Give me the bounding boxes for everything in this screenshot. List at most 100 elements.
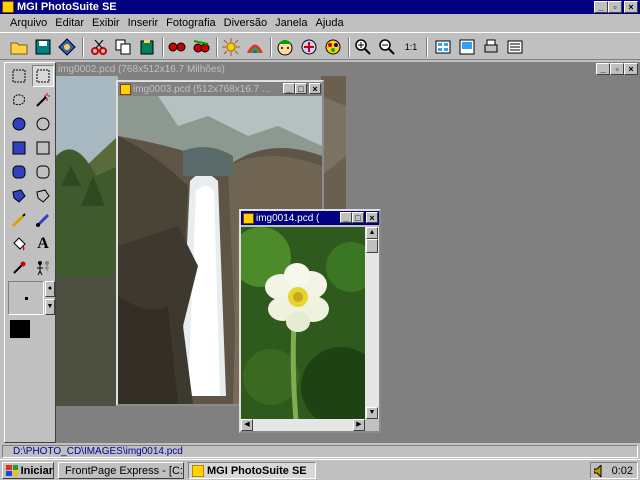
brush-size-preview[interactable] xyxy=(8,281,44,315)
menu-editar[interactable]: Editar xyxy=(51,17,88,29)
acquire-icon[interactable] xyxy=(56,36,78,58)
text-icon[interactable]: A xyxy=(32,233,54,255)
rect-fill-icon[interactable] xyxy=(8,137,30,159)
document-icon xyxy=(120,83,131,95)
toolbar: 1:1 xyxy=(0,32,640,60)
scroll-thumb[interactable] xyxy=(366,239,378,253)
print-icon[interactable] xyxy=(480,36,502,58)
system-tray: 0:02 xyxy=(590,462,638,479)
flower-photo xyxy=(241,227,365,421)
brush-size-up-icon[interactable]: ● xyxy=(45,281,55,297)
status-path: D:\PHOTO_CD\IMAGES\img0014.pcd xyxy=(2,445,638,458)
rect-select-active-icon[interactable] xyxy=(32,65,54,87)
max-doc-title-bar[interactable]: img0002.pcd (768x512x16.7 Milhões) _ ▫ × xyxy=(56,62,640,76)
volume-icon[interactable] xyxy=(593,464,604,477)
app-title: MGI PhotoSuite SE xyxy=(17,1,117,13)
doc-close-button[interactable]: × xyxy=(624,63,638,75)
document-icon xyxy=(243,212,254,224)
polygon-icon[interactable] xyxy=(32,185,54,207)
fill-bucket-icon[interactable] xyxy=(8,233,30,255)
start-button[interactable]: Iniciar xyxy=(2,462,54,479)
effects-icon[interactable] xyxy=(298,36,320,58)
minimize-button[interactable]: _ xyxy=(594,1,608,13)
menu-exibir[interactable]: Exibir xyxy=(88,17,124,29)
max-doc-title: img0002.pcd (768x512x16.7 Milhões) xyxy=(58,63,225,75)
waterfall-maximize-button[interactable]: □ xyxy=(295,83,307,94)
menu-bar: Arquivo Editar Exibir Inserir Fotografia… xyxy=(0,14,640,31)
flower-title: img0014.pcd ( xyxy=(256,212,320,224)
funhouse-icon[interactable] xyxy=(274,36,296,58)
flower-maximize-button[interactable]: □ xyxy=(352,212,364,223)
flower-minimize-button[interactable]: _ xyxy=(340,212,352,223)
brush-size-down-icon[interactable]: ▼ xyxy=(45,299,55,315)
flower-title-bar[interactable]: img0014.pcd ( _ □ × xyxy=(241,211,379,225)
photosuite-icon xyxy=(192,464,204,477)
menu-inserir[interactable]: Inserir xyxy=(124,17,163,29)
task-frontpage[interactable]: FrontPage Express - [C:\M... xyxy=(58,462,184,479)
zoom-out-icon[interactable] xyxy=(376,36,398,58)
foreground-color-swatch[interactable] xyxy=(10,320,30,338)
doc-minimize-button[interactable]: _ xyxy=(596,63,610,75)
lasso-icon[interactable] xyxy=(8,89,30,111)
scroll-down-button[interactable]: ▼ xyxy=(366,407,378,419)
menu-arquivo[interactable]: Arquivo xyxy=(6,17,51,29)
magic-wand-icon[interactable] xyxy=(32,89,54,111)
waterfall-title-bar[interactable]: img0003.pcd (512x768x16.7 ... _ □ × xyxy=(118,82,322,96)
web-icon[interactable] xyxy=(504,36,526,58)
scroll-left-button[interactable]: ◀ xyxy=(241,419,253,431)
slideshow-icon[interactable] xyxy=(456,36,478,58)
clone-icon[interactable] xyxy=(32,257,54,279)
app-icon[interactable] xyxy=(2,1,14,13)
red-eye-fix-icon[interactable] xyxy=(190,36,212,58)
tool-palette: A ● ▼ xyxy=(4,62,56,443)
scroll-right-button[interactable]: ▶ xyxy=(353,419,365,431)
copy-icon[interactable] xyxy=(112,36,134,58)
color-icon[interactable] xyxy=(244,36,266,58)
rounded-rect-fill-icon[interactable] xyxy=(8,161,30,183)
restore-button[interactable]: ▫ xyxy=(608,1,622,13)
eyedropper-icon[interactable] xyxy=(8,257,30,279)
menu-diversao[interactable]: Diversão xyxy=(220,17,271,29)
rect-icon[interactable] xyxy=(32,137,54,159)
brush-icon[interactable] xyxy=(32,209,54,231)
open-icon[interactable] xyxy=(8,36,30,58)
windows-logo-icon xyxy=(6,464,18,476)
status-bar: D:\PHOTO_CD\IMAGES\img0014.pcd xyxy=(0,444,640,459)
flower-horizontal-scrollbar[interactable]: ◀ ▶ xyxy=(241,419,365,431)
taskbar: Iniciar FrontPage Express - [C:\M... MGI… xyxy=(0,459,640,480)
scroll-up-button[interactable]: ▲ xyxy=(366,227,378,239)
close-button[interactable]: × xyxy=(624,1,638,13)
waterfall-title: img0003.pcd (512x768x16.7 ... xyxy=(133,83,271,95)
start-label: Iniciar xyxy=(20,464,53,477)
pencil-icon[interactable] xyxy=(8,209,30,231)
brightness-icon[interactable] xyxy=(220,36,242,58)
cut-icon[interactable] xyxy=(88,36,110,58)
zoom-level-icon[interactable]: 1:1 xyxy=(400,36,422,58)
clock[interactable]: 0:02 xyxy=(612,465,633,477)
flower-vertical-scrollbar[interactable]: ▲ ▼ xyxy=(365,227,379,419)
menu-fotografia[interactable]: Fotografia xyxy=(162,17,220,29)
menu-janela[interactable]: Janela xyxy=(271,17,311,29)
app-title-bar[interactable]: MGI PhotoSuite SE _ ▫ × xyxy=(0,0,640,14)
zoom-in-icon[interactable] xyxy=(352,36,374,58)
red-eye-icon[interactable] xyxy=(166,36,188,58)
waterfall-minimize-button[interactable]: _ xyxy=(283,83,295,94)
task-photosuite[interactable]: MGI PhotoSuite SE xyxy=(188,462,316,479)
rect-select-icon[interactable] xyxy=(8,65,30,87)
menu-ajuda[interactable]: Ajuda xyxy=(311,17,347,29)
polygon-fill-icon[interactable] xyxy=(8,185,30,207)
zoom-level-label: 1:1 xyxy=(404,42,418,52)
rounded-rect-icon[interactable] xyxy=(32,161,54,183)
task-photosuite-label: MGI PhotoSuite SE xyxy=(207,464,307,477)
flower-window[interactable]: img0014.pcd ( _ □ × ▲ ▼ ◀ ▶ xyxy=(239,209,381,433)
paste-icon[interactable] xyxy=(136,36,158,58)
flower-close-button[interactable]: × xyxy=(366,212,378,223)
doc-restore-button[interactable]: ▫ xyxy=(610,63,624,75)
task-frontpage-label: FrontPage Express - [C:\M... xyxy=(65,464,183,477)
save-icon[interactable] xyxy=(32,36,54,58)
waterfall-close-button[interactable]: × xyxy=(309,83,321,94)
ellipse-fill-icon[interactable] xyxy=(8,113,30,135)
ellipse-icon[interactable] xyxy=(32,113,54,135)
album-icon[interactable] xyxy=(432,36,454,58)
paint-effects-icon[interactable] xyxy=(322,36,344,58)
